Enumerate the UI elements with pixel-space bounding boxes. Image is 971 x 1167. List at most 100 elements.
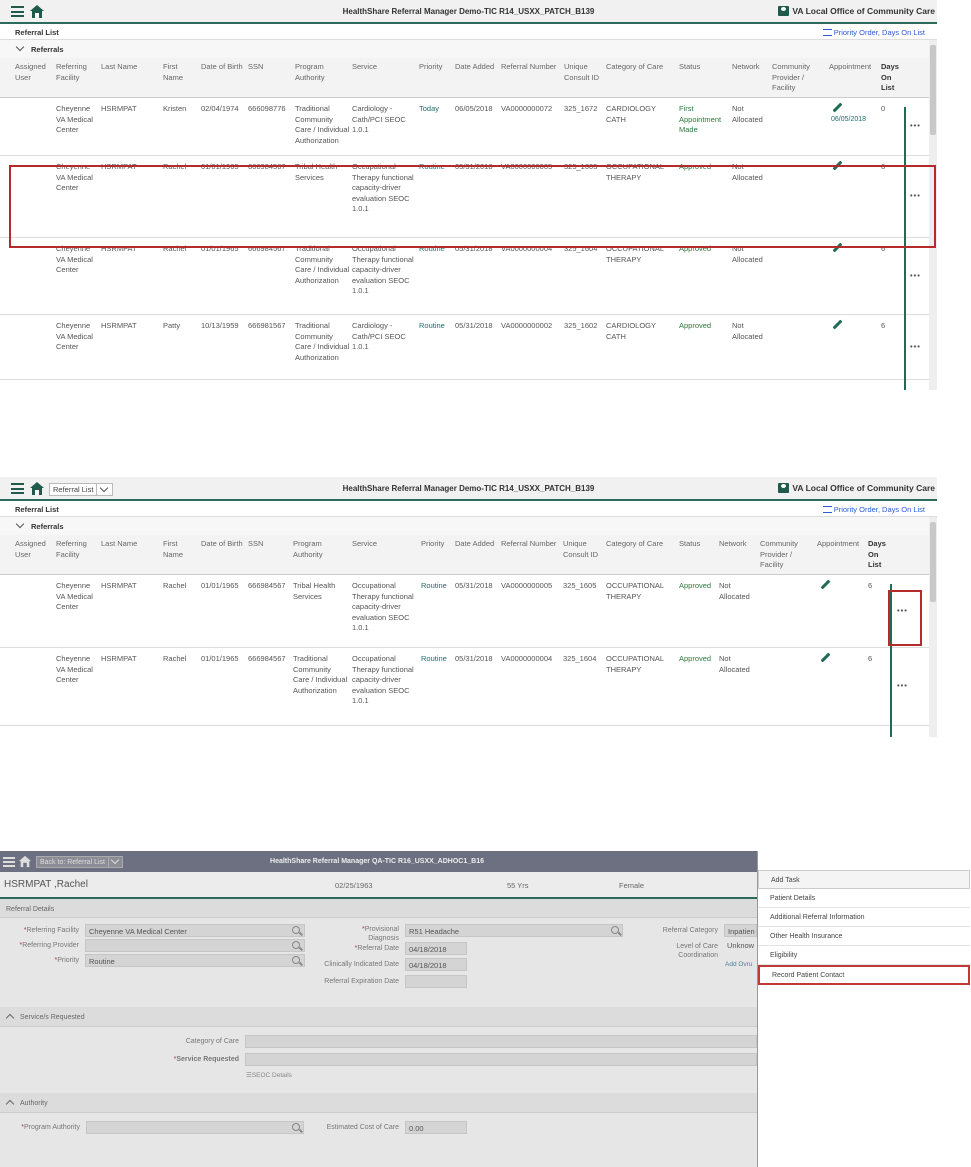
column-header[interactable]: Category of Care <box>606 539 676 550</box>
referrals-section-header[interactable]: Referrals <box>0 40 937 58</box>
column-header[interactable]: Date of Birth <box>201 62 246 73</box>
search-icon[interactable] <box>292 941 300 949</box>
referral-date-field[interactable]: 04/18/2018 <box>405 942 467 955</box>
cell-category: CARDIOLOGY CATH <box>606 104 656 124</box>
priority-field[interactable]: Routine <box>85 954 305 967</box>
service-requested-field[interactable] <box>245 1053 757 1066</box>
menu-item[interactable]: Eligibility <box>758 946 970 965</box>
category-of-care-field[interactable] <box>245 1035 757 1048</box>
search-icon[interactable] <box>292 1123 300 1131</box>
expiration-date-field[interactable] <box>405 975 467 988</box>
menu-item[interactable]: Add Task <box>758 870 970 889</box>
table-row[interactable]: Cheyenne VA Medical Center HSRMPAT Kristen… <box>0 98 937 156</box>
cell-authority: Traditional Community Care / Individual … <box>293 654 348 695</box>
column-header[interactable]: Appointment <box>829 62 879 73</box>
cell-priority: Today <box>419 104 440 113</box>
section-title: Referrals <box>31 522 64 531</box>
cell-dob: 01/01/1965 <box>201 581 239 590</box>
sort-order-link[interactable]: Priority Order, Days On List <box>822 28 925 37</box>
menu-item[interactable]: Other Health Insurance <box>758 927 970 946</box>
column-header[interactable]: Network <box>732 62 770 73</box>
sort-order-link[interactable]: Priority Order, Days On List <box>822 505 925 514</box>
menu-item[interactable]: Additional Referral Information <box>758 908 970 927</box>
column-header[interactable]: First Name <box>163 539 199 560</box>
column-header[interactable]: SSN <box>248 539 290 550</box>
column-header[interactable]: Community Provider / Facility <box>772 62 826 94</box>
column-header[interactable]: Days On List <box>881 62 905 94</box>
menu-item[interactable]: Patient Details <box>758 889 970 908</box>
cell-status: First Appointment Made <box>679 104 722 134</box>
office-selector[interactable]: VA Local Office of Community Care <box>778 483 935 493</box>
table-row[interactable]: Cheyenne VA Medical Center HSRMPAT Patty 10… <box>0 315 937 380</box>
edit-icon[interactable] <box>831 102 843 114</box>
column-header[interactable]: Last Name <box>101 539 159 550</box>
more-actions-icon[interactable]: ••• <box>910 271 921 282</box>
column-header[interactable]: Referring Facility <box>56 539 98 560</box>
column-header[interactable]: Service <box>352 62 414 73</box>
column-header[interactable]: Unique Consult ID <box>564 62 604 83</box>
column-header[interactable]: Referral Number <box>501 539 561 550</box>
column-header[interactable]: Referring Facility <box>56 62 98 83</box>
column-header[interactable]: Priority <box>421 539 453 550</box>
column-header[interactable]: Category of Care <box>606 62 676 73</box>
office-selector[interactable]: VA Local Office of Community Care <box>778 6 935 16</box>
edit-icon[interactable] <box>819 652 831 664</box>
column-header[interactable]: Program Authority <box>295 62 350 83</box>
column-header[interactable]: Service <box>352 539 416 550</box>
column-header[interactable]: Program Authority <box>293 539 349 560</box>
column-header[interactable]: Referral Number <box>501 62 561 73</box>
cell-consult: 325_1604 <box>563 654 597 663</box>
user-icon <box>778 6 790 16</box>
more-actions-icon[interactable]: ••• <box>910 121 921 132</box>
menu-item[interactable]: Record Patient Contact <box>758 965 970 985</box>
cell-last: HSRMPAT <box>101 581 137 590</box>
table-row[interactable]: Cheyenne VA Medical Center HSRMPAT Rachel 0… <box>0 648 937 726</box>
provisional-diagnosis-field[interactable]: R51 Headache <box>405 924 623 937</box>
patient-age: 55 Yrs <box>507 881 529 890</box>
referring-facility-field[interactable]: Cheyenne VA Medical Center <box>85 924 305 937</box>
cell-category: CARDIOLOGY CATH <box>606 321 656 341</box>
edit-icon[interactable] <box>819 579 831 591</box>
add-link[interactable]: Add Ovru <box>725 961 752 968</box>
column-header[interactable]: Assigned User <box>15 62 53 83</box>
scrollbar[interactable] <box>929 517 937 737</box>
column-header[interactable]: First Name <box>163 62 199 83</box>
column-header[interactable]: Date Added <box>455 539 499 550</box>
search-icon[interactable] <box>292 926 300 934</box>
level-of-care-field[interactable]: Unknow <box>724 939 757 952</box>
cell-service: Cardiology - Cath/PCI SEOC 1.0.1 <box>352 104 406 134</box>
referring-provider-field[interactable] <box>85 939 305 952</box>
clinically-indicated-field[interactable]: 04/18/2018 <box>405 958 467 971</box>
column-header[interactable]: Network <box>719 539 757 550</box>
column-header[interactable]: Date Added <box>455 62 499 73</box>
more-actions-icon[interactable]: ••• <box>897 681 908 692</box>
column-header[interactable]: Date of Birth <box>201 539 246 550</box>
search-icon[interactable] <box>611 926 619 934</box>
app-header: HealthShare Referral Manager Demo-TIC R1… <box>0 0 937 24</box>
column-header[interactable]: Days On List <box>868 539 890 571</box>
cell-refnum: VA0000000002 <box>501 321 553 330</box>
column-header[interactable]: Priority <box>419 62 453 73</box>
seoc-details-link[interactable]: ☰SEOC Details <box>246 1071 292 1079</box>
list-header: Referral List Priority Order, Days On Li… <box>0 501 937 517</box>
cell-consult: 325_1605 <box>563 581 597 590</box>
referrals-section-header[interactable]: Referrals <box>0 517 937 535</box>
column-header[interactable]: Status <box>679 539 717 550</box>
column-header[interactable]: Appointment <box>817 539 865 550</box>
edit-icon[interactable] <box>831 319 843 331</box>
column-header[interactable]: SSN <box>248 62 293 73</box>
column-header[interactable]: Unique Consult ID <box>563 539 603 560</box>
cell-priority: Routine <box>419 321 445 330</box>
column-header[interactable]: Status <box>679 62 729 73</box>
program-authority-field[interactable] <box>86 1121 304 1134</box>
cell-network: Not Allocated <box>719 581 750 601</box>
estimated-cost-field[interactable]: 0.00 <box>405 1121 467 1134</box>
column-header[interactable]: Community Provider / Facility <box>760 539 814 571</box>
table-row[interactable]: Cheyenne VA Medical Center HSRMPAT Rachel 0… <box>0 238 937 315</box>
column-header[interactable]: Assigned User <box>15 539 53 560</box>
search-icon[interactable] <box>292 956 300 964</box>
more-actions-icon[interactable]: ••• <box>910 342 921 353</box>
column-header[interactable]: Last Name <box>101 62 159 73</box>
table-row[interactable]: Cheyenne VA Medical Center HSRMPAT Rachel 0… <box>0 575 937 648</box>
referral-category-field[interactable]: Inpatien <box>724 924 757 937</box>
